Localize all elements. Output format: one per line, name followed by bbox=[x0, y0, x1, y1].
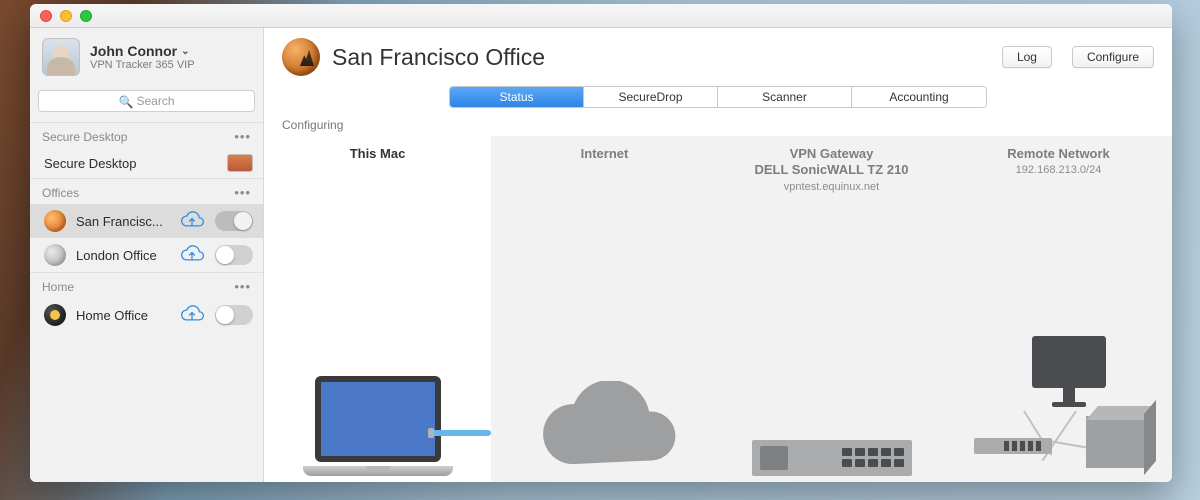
tab-accounting[interactable]: Accounting bbox=[852, 87, 986, 107]
thumbnail-icon bbox=[227, 154, 253, 172]
topology-diagram: This Mac Internet bbox=[264, 136, 1172, 482]
diagram-col-vpn-gateway: VPN Gateway DELL SonicWALL TZ 210 vpntes… bbox=[718, 136, 945, 482]
group-header-home: Home ••• bbox=[30, 272, 263, 298]
location-icon bbox=[44, 244, 66, 266]
group-menu-button[interactable]: ••• bbox=[234, 279, 251, 294]
cloud-upload-icon[interactable] bbox=[179, 211, 205, 231]
cloud-upload-icon[interactable] bbox=[179, 305, 205, 325]
search-input[interactable] bbox=[38, 90, 255, 112]
sidebar-item-label: Home Office bbox=[76, 308, 169, 323]
col-subtitle1: DELL SonicWALL TZ 210 bbox=[754, 162, 908, 178]
tab-securedrop[interactable]: SecureDrop bbox=[584, 87, 718, 107]
close-window-button[interactable] bbox=[40, 10, 52, 22]
col-subtitle2: vpntest.equinux.net bbox=[784, 181, 879, 193]
app-window: John Connor ⌄ VPN Tracker 365 VIP 🔍 Secu… bbox=[30, 4, 1172, 482]
traffic-lights bbox=[40, 10, 92, 22]
main-panel: San Francisco Office Log Configure Statu… bbox=[264, 28, 1172, 482]
tab-scanner[interactable]: Scanner bbox=[718, 87, 852, 107]
diagram-col-remote-network: Remote Network 192.168.213.0/24 bbox=[945, 136, 1172, 482]
segmented-tabs: Status SecureDrop Scanner Accounting bbox=[449, 86, 987, 108]
connection-toggle[interactable] bbox=[215, 211, 253, 231]
col-title: This Mac bbox=[350, 146, 406, 162]
col-subtitle1: 192.168.213.0/24 bbox=[1016, 164, 1102, 176]
tab-status[interactable]: Status bbox=[450, 87, 584, 107]
sidebar: John Connor ⌄ VPN Tracker 365 VIP 🔍 Secu… bbox=[30, 28, 264, 482]
page-title: San Francisco Office bbox=[332, 44, 545, 71]
col-title: Remote Network bbox=[1007, 146, 1110, 162]
titlebar[interactable] bbox=[30, 4, 1172, 28]
sidebar-item-label: London Office bbox=[76, 248, 169, 263]
group-label: Home bbox=[42, 280, 74, 294]
minimize-window-button[interactable] bbox=[60, 10, 72, 22]
remote-network-icon bbox=[974, 336, 1144, 476]
connection-toggle[interactable] bbox=[215, 305, 253, 325]
sidebar-item-secure-desktop[interactable]: Secure Desktop bbox=[30, 148, 263, 178]
group-header-secure-desktop: Secure Desktop ••• bbox=[30, 122, 263, 148]
group-label: Secure Desktop bbox=[42, 130, 127, 144]
group-menu-button[interactable]: ••• bbox=[234, 129, 251, 144]
user-block[interactable]: John Connor ⌄ VPN Tracker 365 VIP bbox=[30, 28, 263, 86]
group-menu-button[interactable]: ••• bbox=[234, 185, 251, 200]
location-icon bbox=[44, 210, 66, 232]
group-label: Offices bbox=[42, 186, 79, 200]
main-header: San Francisco Office Log Configure bbox=[264, 28, 1172, 82]
chevron-down-icon: ⌄ bbox=[181, 46, 189, 57]
group-header-offices: Offices ••• bbox=[30, 178, 263, 204]
log-button[interactable]: Log bbox=[1002, 46, 1052, 68]
sidebar-item-label: Secure Desktop bbox=[44, 156, 217, 171]
ethernet-cable-icon bbox=[431, 430, 491, 436]
sidebar-item-san-francisco[interactable]: San Francisc... bbox=[30, 204, 263, 238]
diagram-col-internet: Internet bbox=[491, 136, 718, 482]
status-text: Configuring bbox=[264, 108, 1172, 136]
avatar bbox=[42, 38, 80, 76]
sidebar-item-label: San Francisc... bbox=[76, 214, 169, 229]
cloud-icon bbox=[530, 381, 680, 476]
col-title: VPN Gateway bbox=[790, 146, 874, 162]
gateway-device-icon bbox=[752, 440, 912, 476]
sidebar-item-home-office[interactable]: Home Office bbox=[30, 298, 263, 332]
cloud-upload-icon[interactable] bbox=[179, 245, 205, 265]
connection-toggle[interactable] bbox=[215, 245, 253, 265]
sidebar-item-london-office[interactable]: London Office bbox=[30, 238, 263, 272]
zoom-window-button[interactable] bbox=[80, 10, 92, 22]
user-name: John Connor bbox=[90, 43, 177, 59]
configure-button[interactable]: Configure bbox=[1072, 46, 1154, 68]
diagram-col-this-mac: This Mac bbox=[264, 136, 491, 482]
home-icon bbox=[44, 304, 66, 326]
col-title: Internet bbox=[581, 146, 629, 162]
user-subtitle: VPN Tracker 365 VIP bbox=[90, 59, 195, 71]
connection-avatar-icon bbox=[282, 38, 320, 76]
laptop-icon bbox=[303, 376, 453, 476]
